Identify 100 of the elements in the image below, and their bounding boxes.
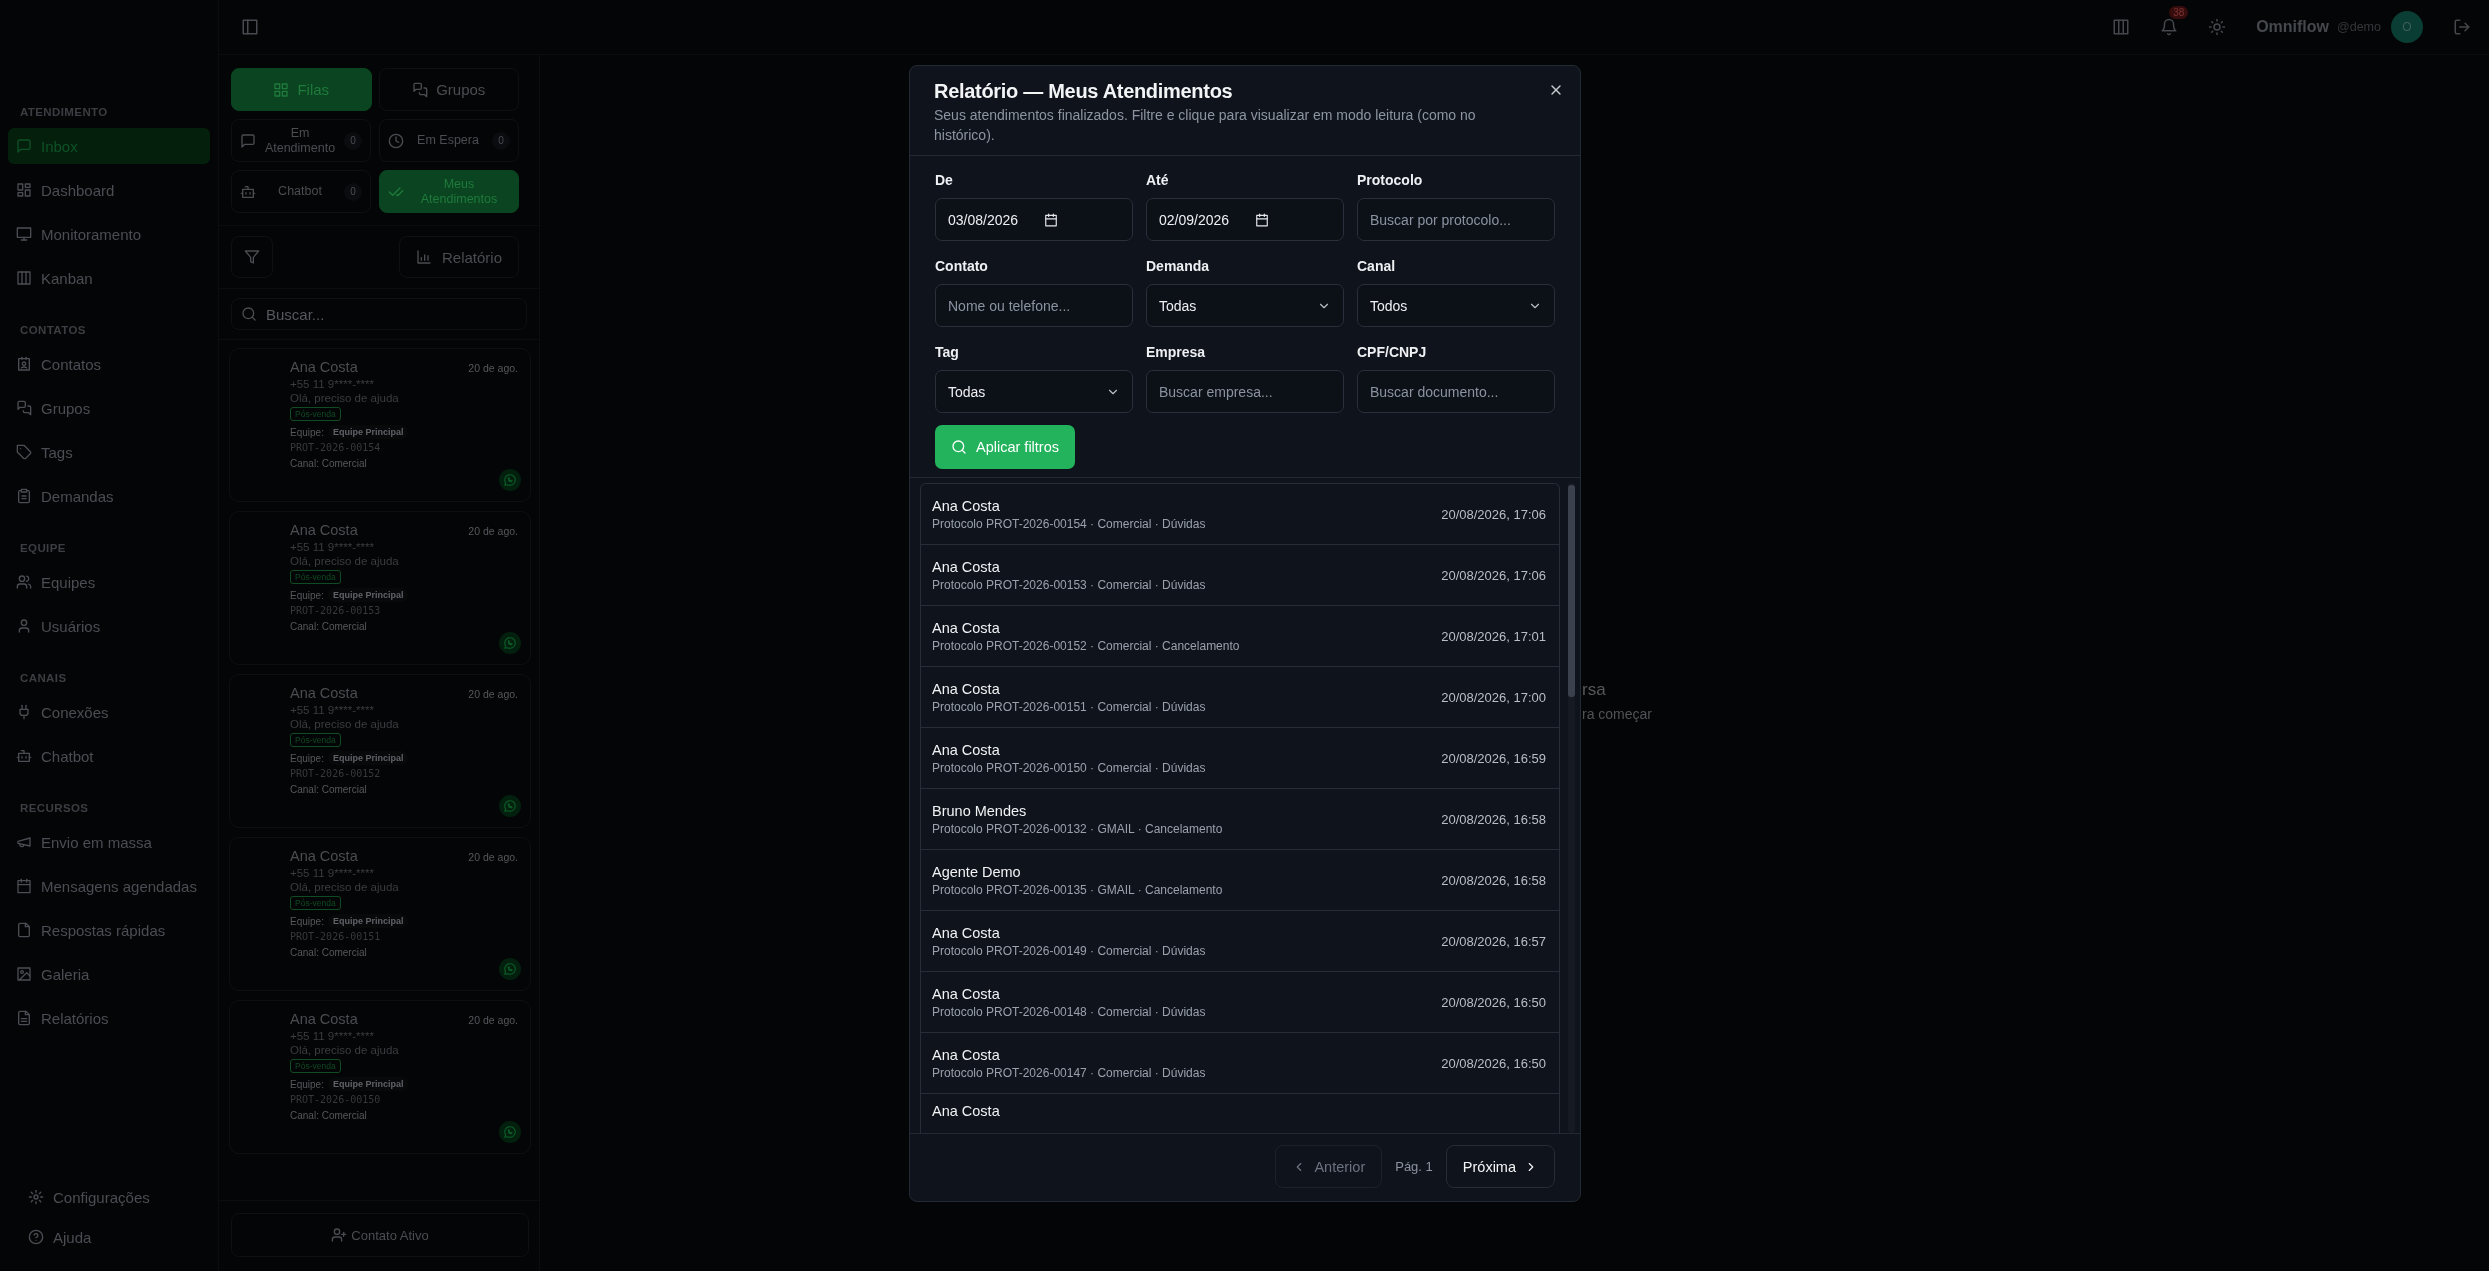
conversation-date: 20 de ago. bbox=[468, 362, 518, 374]
section-title: RECURSOS bbox=[19, 802, 90, 814]
calendar-icon bbox=[1044, 212, 1059, 227]
dashboard-icon bbox=[16, 182, 32, 198]
last-message: Olá, preciso de ajuda bbox=[290, 718, 399, 730]
input-field[interactable]: Buscar documento... bbox=[1357, 370, 1555, 413]
next-button[interactable]: Próxima bbox=[1445, 1145, 1555, 1188]
channel-label: Canal: Comercial bbox=[290, 784, 367, 795]
result-row[interactable]: Ana Costa Protocolo PROT-2026-00153 · Comercial · Dúvidas 20/08/2026, 17:06 bbox=[921, 545, 1559, 606]
notifications-icon[interactable] bbox=[2160, 18, 2179, 36]
sidebar-toggle-icon[interactable] bbox=[241, 18, 259, 36]
sidebar-item[interactable]: Respostas rápidas bbox=[8, 912, 210, 948]
logout-icon[interactable] bbox=[2453, 18, 2471, 36]
sidebar-item[interactable]: Kanban bbox=[8, 260, 210, 296]
result-row[interactable]: Ana Costa Protocolo PROT-2026-00147 · Comercial · Dúvidas 20/08/2026, 16:50 bbox=[921, 1033, 1559, 1094]
contact-name: Ana Costa bbox=[932, 497, 1000, 514]
team-badge: Equipe Principal bbox=[327, 914, 409, 928]
sidebar-item[interactable]: Usuários bbox=[8, 608, 210, 644]
empty-state-text: ra começar bbox=[1582, 706, 1653, 722]
sidebar-item[interactable]: Contatos bbox=[8, 346, 210, 382]
team-label: Equipe: bbox=[290, 1078, 324, 1090]
input-field[interactable]: Buscar por protocolo... bbox=[1357, 198, 1555, 241]
chat-bubble-icon bbox=[240, 132, 256, 149]
queue-button[interactable]: Em Atendimento 0 bbox=[231, 119, 371, 162]
dialog-subtitle: Seus atendimentos finalizados. Filtre e clique para visualizar em modo leitura (como no histórico). bbox=[934, 106, 1477, 145]
contact-name: Ana Costa bbox=[932, 558, 1000, 575]
section-title: ATENDIMENTO bbox=[19, 106, 109, 118]
last-message: Olá, preciso de ajuda bbox=[290, 555, 399, 567]
input-field[interactable]: Nome ou telefone... bbox=[935, 284, 1133, 327]
filter-button[interactable] bbox=[231, 236, 273, 278]
search-icon bbox=[241, 306, 257, 322]
queue-label: Em Espera bbox=[416, 133, 480, 148]
tag: Pós-venda bbox=[290, 407, 341, 421]
protocol-details: Protocolo PROT-2026-00135 · GMAIL · Cancelamento bbox=[932, 882, 1223, 897]
columns-icon[interactable] bbox=[2112, 18, 2131, 36]
tab[interactable]: Grupos bbox=[378, 68, 519, 111]
apply-filters-button[interactable]: Aplicar filtros bbox=[935, 425, 1075, 469]
sidebar-item[interactable]: Ajuda bbox=[8, 1219, 210, 1255]
result-row[interactable]: Ana Costa Protocolo PROT-2026-00154 · Comercial · Dúvidas 20/08/2026, 17:06 bbox=[921, 484, 1559, 545]
section-title: CANAIS bbox=[19, 672, 68, 684]
search-field[interactable]: Buscar... bbox=[231, 298, 527, 330]
sidebar-item[interactable]: Conexões bbox=[8, 694, 210, 730]
file-icon bbox=[16, 922, 32, 938]
conversation-date: 20 de ago. bbox=[468, 525, 518, 537]
date-time: 20/08/2026, 16:50 bbox=[1441, 1055, 1546, 1071]
result-row[interactable]: Ana Costa Protocolo PROT-2026-00148 · Comercial · Dúvidas 20/08/2026, 16:50 bbox=[921, 972, 1559, 1033]
sidebar-item[interactable]: Equipes bbox=[8, 564, 210, 600]
contact-name: Ana Costa bbox=[932, 1046, 1000, 1063]
sidebar-item[interactable]: Relatórios bbox=[8, 1000, 210, 1036]
result-row[interactable]: Bruno Mendes Protocolo PROT-2026-00132 · GMAIL · Cancelamento 20/08/2026, 16:58 bbox=[921, 789, 1559, 850]
sidebar-item[interactable]: Envio em massa bbox=[8, 824, 210, 860]
input-field[interactable]: Buscar empresa... bbox=[1146, 370, 1344, 413]
select-field[interactable]: Todas bbox=[935, 370, 1133, 413]
select-field[interactable]: Todas bbox=[1146, 284, 1344, 327]
result-row[interactable]: Agente Demo Protocolo PROT-2026-00135 · GMAIL · Cancelamento 20/08/2026, 16:58 bbox=[921, 850, 1559, 911]
sidebar-item[interactable]: Monitoramento bbox=[8, 216, 210, 252]
field-label: Contato bbox=[935, 258, 988, 274]
result-row[interactable]: Ana Costa Protocolo PROT-2026-00152 · Comercial · Cancelamento 20/08/2026, 17:01 bbox=[921, 606, 1559, 667]
sun-icon[interactable] bbox=[2208, 18, 2227, 36]
sidebar-item[interactable]: Grupos bbox=[8, 390, 210, 426]
bar-chart-icon bbox=[415, 249, 432, 265]
date-field[interactable]: 02/09/2026 bbox=[1146, 198, 1344, 241]
date-field[interactable]: 03/08/2026 bbox=[935, 198, 1133, 241]
result-row[interactable]: Ana Costa bbox=[921, 1094, 1559, 1133]
contact-name: Ana Costa bbox=[932, 619, 1000, 636]
field-label: Até bbox=[1146, 172, 1169, 188]
columns-icon bbox=[16, 270, 32, 286]
date-time: 20/08/2026, 16:58 bbox=[1441, 811, 1546, 827]
sidebar-item[interactable]: Chatbot bbox=[8, 738, 210, 774]
queue-button[interactable]: Em Espera 0 bbox=[379, 119, 519, 162]
sidebar-item[interactable]: Demandas bbox=[8, 478, 210, 514]
sidebar-item[interactable]: Mensagens agendadas bbox=[8, 868, 210, 904]
result-row[interactable]: Ana Costa Protocolo PROT-2026-00149 · Comercial · Dúvidas 20/08/2026, 16:57 bbox=[921, 911, 1559, 972]
date-time: 20/08/2026, 17:00 bbox=[1441, 689, 1546, 705]
channel-label: Canal: Comercial bbox=[290, 947, 367, 958]
report-button[interactable]: Relatório bbox=[398, 236, 519, 278]
protocol-details: Protocolo PROT-2026-00132 · GMAIL · Cancelamento bbox=[932, 821, 1223, 836]
section-title: CONTATOS bbox=[19, 324, 87, 336]
select-field[interactable]: Todos bbox=[1357, 284, 1555, 327]
result-row[interactable]: Ana Costa Protocolo PROT-2026-00151 · Comercial · Dúvidas 20/08/2026, 17:00 bbox=[921, 667, 1559, 728]
sidebar-item[interactable]: Tags bbox=[8, 434, 210, 470]
chat-bubble-icon bbox=[16, 138, 32, 154]
result-row[interactable]: Ana Costa Protocolo PROT-2026-00150 · Comercial · Dúvidas 20/08/2026, 16:59 bbox=[921, 728, 1559, 789]
contact-name: Ana Costa bbox=[290, 848, 358, 864]
date-time: 20/08/2026, 17:06 bbox=[1441, 506, 1546, 522]
conversation-date: 20 de ago. bbox=[468, 851, 518, 863]
sidebar-item[interactable]: Galeria bbox=[8, 956, 210, 992]
scrollbar[interactable] bbox=[1568, 483, 1575, 1133]
contact-name: Bruno Mendes bbox=[932, 802, 1027, 819]
protocol-details: Protocolo PROT-2026-00149 · Comercial · Dúvidas bbox=[932, 943, 1206, 958]
field-label: Demanda bbox=[1146, 258, 1210, 274]
sidebar-item[interactable]: Dashboard bbox=[8, 172, 210, 208]
active-contact-button[interactable]: Contato Ativo bbox=[231, 1213, 529, 1257]
sidebar-item[interactable]: Configurações bbox=[8, 1179, 210, 1215]
date-time: 20/08/2026, 16:57 bbox=[1441, 933, 1546, 949]
contact-name: Ana Costa bbox=[932, 924, 1000, 941]
queue-button[interactable]: Chatbot 0 bbox=[231, 170, 371, 213]
brand-name: Omniflow bbox=[2256, 18, 2330, 36]
user-icon bbox=[16, 618, 32, 634]
protocol-details: Protocolo PROT-2026-00150 · Comercial · Dúvidas bbox=[932, 760, 1206, 775]
